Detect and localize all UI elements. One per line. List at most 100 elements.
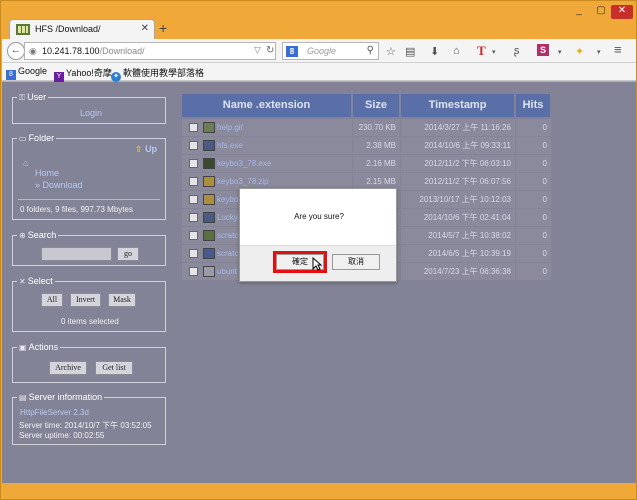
new-tab-button[interactable]: +: [159, 20, 167, 36]
invert-selection-button[interactable]: Invert: [70, 293, 101, 307]
file-link[interactable]: hfs.exe: [217, 137, 243, 154]
home-link-text: Home: [35, 168, 60, 178]
file-size: 2.38 MB: [353, 137, 400, 154]
file-hits: 0: [516, 191, 551, 208]
file-name-cell: hfs.exe: [182, 137, 352, 154]
url-bar[interactable]: ◉ 10.241.78.100/Download/ ▽ ↻: [24, 42, 276, 60]
file-link[interactable]: scratc: [217, 227, 238, 244]
row-checkbox[interactable]: [189, 195, 198, 204]
bookmark-blog[interactable]: ✦ 軟體使用教學部落格: [111, 66, 204, 82]
file-link[interactable]: help.gif: [217, 119, 243, 136]
minimize-button[interactable]: _: [569, 5, 589, 19]
row-checkbox[interactable]: [189, 249, 198, 258]
up-folder-icon: ⇧: [135, 144, 143, 154]
select-panel: ✕ Select All Invert Mask 0 items selected: [12, 276, 166, 332]
search-panel: ⊕ Search go: [12, 230, 166, 266]
menu-hamburger-icon[interactable]: ≡: [614, 42, 622, 57]
home-link[interactable]: ⌂ Home: [23, 158, 59, 178]
bookmark-yahoo[interactable]: Y Yahoo!奇摩: [54, 66, 112, 82]
file-timestamp: 2012/11/2 下午 06:07:56: [401, 173, 515, 190]
search-magnifier-icon[interactable]: ⚲: [367, 45, 374, 56]
row-checkbox[interactable]: [189, 231, 198, 240]
status-bar: [2, 483, 636, 499]
row-checkbox[interactable]: [189, 177, 198, 186]
file-size: 2.16 MB: [353, 155, 400, 172]
row-checkbox[interactable]: [189, 267, 198, 276]
search-bar[interactable]: 8 Google ⚲: [282, 42, 379, 60]
up-label: Up: [145, 144, 158, 154]
file-link[interactable]: keybo: [217, 191, 238, 208]
title-bar: _ ▢ ✕ HFS /Download/ ✕ +: [1, 1, 637, 39]
overflow-dropdown-icon[interactable]: ▾: [597, 48, 601, 56]
maximize-button[interactable]: ▢: [591, 5, 611, 19]
url-path: /Download/: [99, 46, 145, 56]
select-legend-text: Select: [27, 276, 53, 286]
reading-list-icon[interactable]: ▤: [405, 45, 415, 58]
reload-icon[interactable]: ↻: [266, 45, 274, 56]
bookmark-google[interactable]: 8 Google: [6, 66, 47, 80]
zip-file-icon: [203, 176, 215, 187]
url-history-dropdown-icon[interactable]: ▽: [254, 45, 261, 56]
login-link[interactable]: Login: [80, 108, 102, 118]
actions-icon: ▣: [19, 343, 27, 352]
file-timestamp: 2012/11/2 下午 06:03:10: [401, 155, 515, 172]
row-checkbox[interactable]: [189, 141, 198, 150]
file-link[interactable]: scratc: [217, 245, 238, 262]
server-uptime: Server uptime: 00:02:55: [19, 431, 105, 440]
mask-button[interactable]: Mask: [108, 293, 136, 307]
file-link[interactable]: keybo3_78.exe: [217, 155, 271, 172]
translate-dropdown-icon[interactable]: ▾: [492, 48, 496, 56]
user-icon: ⚿: [19, 93, 26, 102]
url-text: 10.241.78.100/Download/: [42, 46, 145, 56]
addon-s-icon[interactable]: ʂ: [514, 45, 520, 57]
site-identity-icon[interactable]: ◉: [29, 46, 37, 57]
hfs-version-link[interactable]: HttpFileServer 2.3d: [20, 408, 89, 417]
back-arrow-icon[interactable]: ←: [7, 42, 25, 60]
search-icon: ⊕: [19, 231, 26, 240]
up-button[interactable]: ⇧ Up: [135, 144, 157, 155]
download-folder-link[interactable]: » Download: [35, 180, 83, 190]
row-checkbox[interactable]: [189, 123, 198, 132]
search-input[interactable]: [41, 247, 112, 261]
file-link[interactable]: Lucky: [217, 209, 238, 226]
select-all-button[interactable]: All: [41, 293, 63, 307]
addon-yellow-icon[interactable]: ✦: [575, 45, 584, 58]
tab-hfs-download[interactable]: HFS /Download/ ✕: [9, 19, 155, 39]
column-header-timestamp[interactable]: Timestamp: [401, 94, 515, 117]
column-header-name[interactable]: Name .extension: [182, 94, 352, 117]
bookmark-star-icon[interactable]: ☆: [386, 45, 396, 58]
mouse-cursor-icon: [312, 257, 322, 271]
home-icon[interactable]: ⌂: [453, 45, 460, 57]
scratch-file-icon: [203, 230, 215, 241]
column-header-size[interactable]: Size: [353, 94, 400, 117]
file-link[interactable]: ubunt: [217, 263, 237, 280]
row-checkbox[interactable]: [189, 213, 198, 222]
get-list-button[interactable]: Get list: [95, 361, 133, 375]
search-engine-icon[interactable]: 8: [286, 46, 298, 57]
column-header-hits[interactable]: Hits: [516, 94, 551, 117]
actions-legend-text: Actions: [28, 342, 59, 352]
archive-button[interactable]: Archive: [49, 361, 87, 375]
file-timestamp: 2014/5/7 上午 10:38:02: [401, 227, 515, 244]
gif-file-icon: [203, 122, 215, 133]
addon-s-box-icon[interactable]: S: [537, 44, 549, 56]
folder-panel: ▭ Folder ⇧ Up ⌂ Home » Download 0 folders,…: [12, 133, 166, 220]
server-time: Server time: 2014/10/7 下午 03:52:05: [19, 421, 152, 430]
download-icon[interactable]: ⬇: [430, 45, 439, 58]
table-row: hfs.exe 2.38 MB 2014/10/6 上午 09:33:11 0: [182, 137, 551, 154]
exe-file-icon: [203, 212, 215, 223]
addon-dropdown-icon[interactable]: ▾: [558, 48, 562, 56]
cancel-button[interactable]: 取消: [332, 254, 380, 270]
tab-close-icon[interactable]: ✕: [141, 23, 149, 34]
file-hits: 0: [516, 209, 551, 226]
search-go-button[interactable]: go: [117, 247, 139, 261]
translate-t-icon[interactable]: T: [477, 43, 486, 59]
file-hits: 0: [516, 137, 551, 154]
file-timestamp: 2014/7/23 上午 06:36:38: [401, 263, 515, 280]
row-checkbox[interactable]: [189, 159, 198, 168]
search-legend: ⊕ Search: [17, 230, 59, 240]
file-hits: 0: [516, 245, 551, 262]
user-legend: ⚿ User: [17, 92, 49, 103]
close-window-button[interactable]: ✕: [611, 5, 633, 19]
folder-divider: [18, 199, 160, 200]
